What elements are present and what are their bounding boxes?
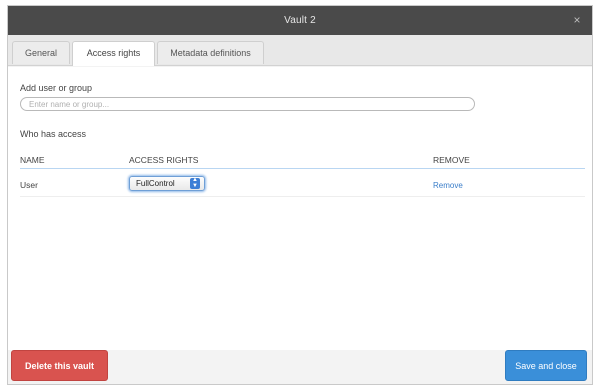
add-user-label: Add user or group (20, 83, 93, 93)
vault-dialog: Vault 2 × General Access rights Metadata… (7, 5, 593, 385)
column-header-name: NAME (20, 155, 45, 165)
remove-link[interactable]: Remove (433, 181, 463, 190)
user-group-search-input[interactable] (20, 97, 475, 111)
access-rights-value: FullControl (136, 179, 175, 188)
column-header-remove: REMOVE (433, 155, 470, 165)
delete-vault-button[interactable]: Delete this vault (11, 350, 108, 381)
tab-general[interactable]: General (12, 41, 70, 64)
tab-access-rights[interactable]: Access rights (72, 41, 155, 66)
tab-metadata-definitions[interactable]: Metadata definitions (157, 41, 264, 64)
dialog-titlebar: Vault 2 × (8, 6, 592, 35)
row-user-name: User (20, 180, 38, 190)
table-row-divider (20, 196, 585, 197)
tab-bar: General Access rights Metadata definitio… (8, 35, 592, 66)
table-header-divider (20, 168, 585, 169)
save-and-close-button[interactable]: Save and close (505, 350, 587, 381)
dialog-footer: Delete this vault Save and close (8, 350, 592, 384)
close-icon[interactable]: × (570, 13, 584, 27)
dialog-title: Vault 2 (284, 15, 316, 26)
column-header-access-rights: ACCESS RIGHTS (129, 155, 199, 165)
who-has-access-label: Who has access (20, 129, 87, 139)
access-rights-select[interactable]: FullControl ▲ ▼ (129, 176, 205, 191)
access-rights-panel: Add user or group Who has access NAME AC… (8, 67, 592, 350)
select-arrows-icon: ▲ ▼ (190, 177, 200, 189)
